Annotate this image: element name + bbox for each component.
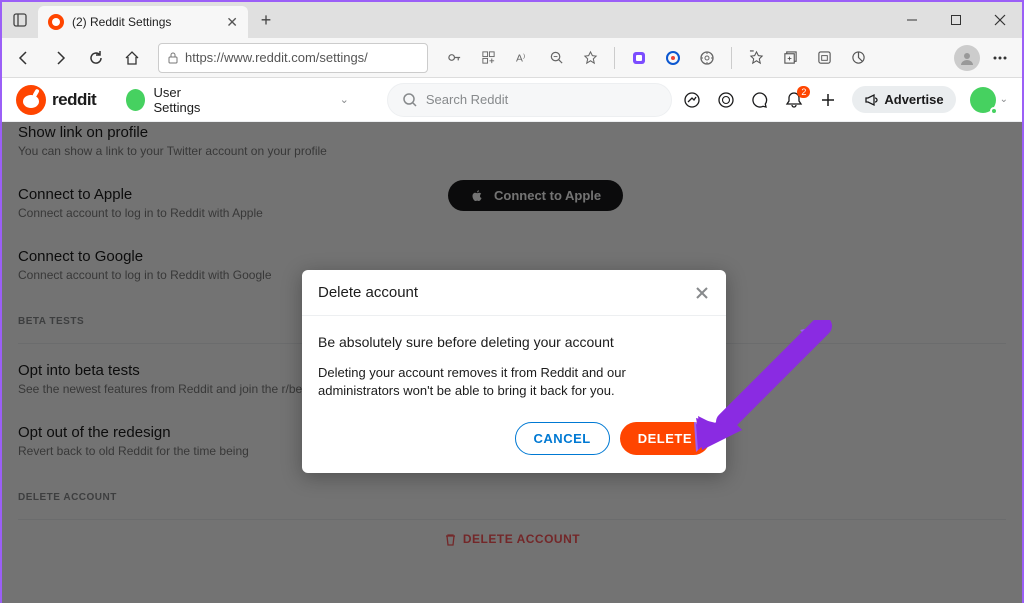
refresh-button[interactable] [80, 42, 112, 74]
modal-close-button[interactable] [694, 285, 710, 301]
zoom-icon[interactable] [540, 42, 572, 74]
profile-avatar[interactable] [954, 45, 980, 71]
ext-1-icon[interactable] [623, 42, 655, 74]
forward-button[interactable] [44, 42, 76, 74]
modal-header: Delete account [302, 270, 726, 316]
reddit-wordmark: reddit [52, 90, 96, 110]
coin-icon[interactable] [716, 90, 736, 110]
url-text: https://www.reddit.com/settings/ [185, 50, 368, 65]
content-area: Show link on profile You can show a link… [2, 122, 1022, 603]
reddit-logo[interactable]: reddit [16, 85, 96, 115]
advertise-button[interactable]: Advertise [852, 86, 955, 113]
tab-actions-button[interactable] [2, 2, 38, 38]
browser-tab[interactable]: (2) Reddit Settings ✕ [38, 6, 248, 38]
reddit-icon [16, 85, 46, 115]
notifications-icon[interactable]: 2 [784, 90, 804, 110]
tab-strip: (2) Reddit Settings ✕ + [2, 2, 280, 38]
ext-2-icon[interactable] [657, 42, 689, 74]
megaphone-icon [864, 93, 878, 107]
ext-3-icon[interactable] [691, 42, 723, 74]
address-bar[interactable]: https://www.reddit.com/settings/ [158, 43, 428, 73]
browser-toolbar: https://www.reddit.com/settings/ A⁾ [2, 38, 1022, 78]
close-window-button[interactable] [978, 2, 1022, 38]
window-controls [890, 2, 1022, 38]
modal-body: Be absolutely sure before deleting your … [302, 316, 726, 410]
search-input[interactable]: Search Reddit [387, 83, 673, 117]
tab-close-button[interactable]: ✕ [226, 14, 238, 31]
extensions-icon[interactable] [472, 42, 504, 74]
tab-title: (2) Reddit Settings [72, 15, 218, 29]
reddit-header: reddit User Settings ⌄ Search Reddit 2 A… [2, 78, 1022, 122]
modal-text: Deleting your account removes it from Re… [318, 364, 710, 400]
cancel-button[interactable]: CANCEL [515, 422, 610, 455]
new-tab-button[interactable]: + [252, 6, 280, 34]
nav-dropdown[interactable]: User Settings ⌄ [118, 81, 357, 119]
toolbar-divider-2 [731, 47, 732, 69]
snoo-avatar-icon [126, 89, 145, 111]
modal-title: Delete account [318, 284, 418, 301]
chevron-down-icon: ⌄ [1000, 94, 1008, 105]
read-aloud-icon[interactable]: A⁾ [506, 42, 538, 74]
delete-button[interactable]: DELETE [620, 422, 710, 455]
menu-button[interactable] [984, 42, 1016, 74]
search-placeholder: Search Reddit [426, 92, 508, 107]
notification-badge: 2 [797, 86, 810, 98]
favorites-icon[interactable] [574, 42, 606, 74]
online-indicator [990, 107, 998, 115]
maximize-button[interactable] [934, 2, 978, 38]
user-menu[interactable]: ⌄ [970, 90, 1008, 110]
create-post-icon[interactable] [818, 90, 838, 110]
minimize-button[interactable] [890, 2, 934, 38]
back-button[interactable] [8, 42, 40, 74]
chat-icon[interactable] [750, 90, 770, 110]
close-icon [694, 285, 710, 301]
advertise-label: Advertise [884, 92, 943, 107]
header-icons: 2 Advertise ⌄ [682, 86, 1008, 113]
collections-icon[interactable] [774, 42, 806, 74]
modal-subhead: Be absolutely sure before deleting your … [318, 334, 710, 350]
popular-icon[interactable] [682, 90, 702, 110]
home-button[interactable] [116, 42, 148, 74]
password-icon[interactable] [438, 42, 470, 74]
favorites-bar-icon[interactable] [740, 42, 772, 74]
modal-footer: CANCEL DELETE [302, 410, 726, 473]
delete-account-modal: Delete account Be absolutely sure before… [302, 270, 726, 473]
nav-dropdown-label: User Settings [153, 85, 221, 115]
user-snoo-icon [970, 87, 996, 113]
svg-text:A⁾: A⁾ [515, 53, 524, 64]
screenshot-icon[interactable] [808, 42, 840, 74]
search-icon [402, 92, 418, 108]
browser-titlebar: (2) Reddit Settings ✕ + [2, 2, 1022, 38]
reddit-favicon [48, 14, 64, 30]
lock-icon [167, 52, 179, 64]
toolbar-divider [614, 47, 615, 69]
chevron-down-icon: ⌄ [340, 93, 349, 106]
performance-icon[interactable] [842, 42, 874, 74]
